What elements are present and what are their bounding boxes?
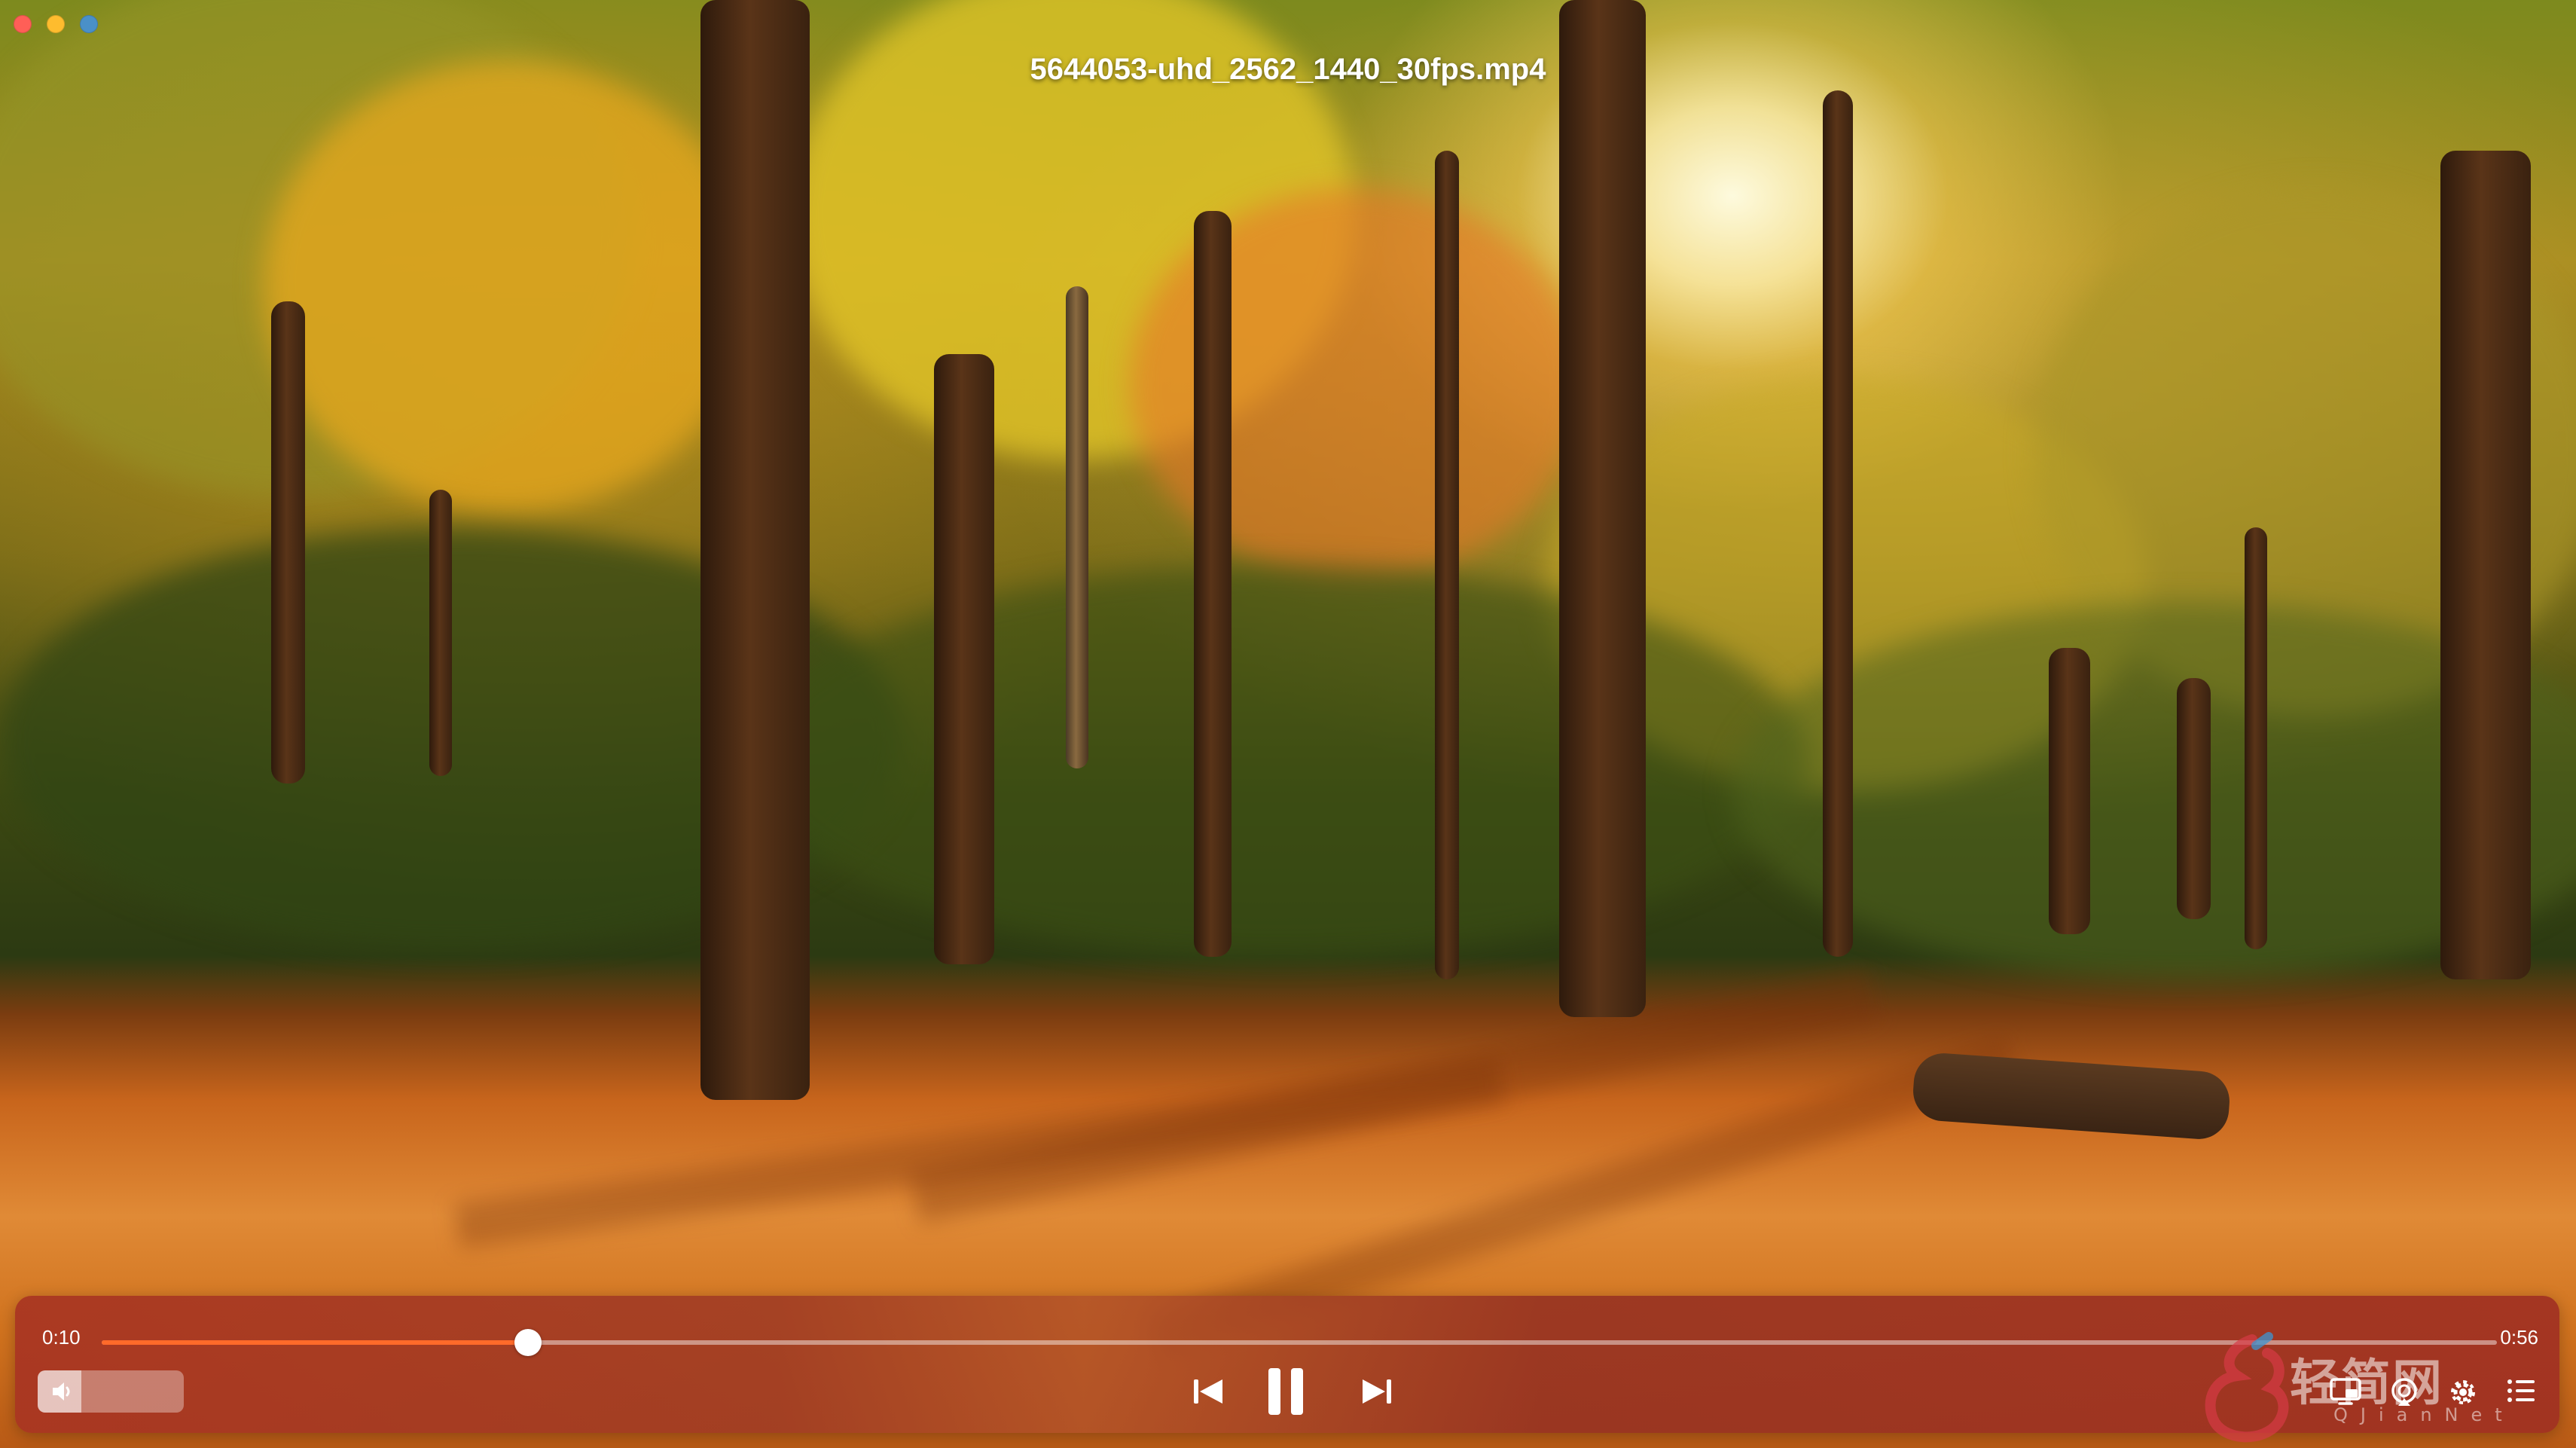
airplay-button[interactable] xyxy=(2389,1377,2419,1411)
close-button[interactable] xyxy=(14,15,32,33)
playlist-button[interactable] xyxy=(2506,1377,2536,1408)
pip-icon xyxy=(2330,1378,2361,1405)
tree-trunk xyxy=(429,490,452,776)
previous-button[interactable] xyxy=(1192,1376,1224,1407)
tree-trunk xyxy=(1066,286,1088,768)
next-button[interactable] xyxy=(1361,1376,1393,1407)
foliage xyxy=(753,565,1808,957)
tree-trunk xyxy=(2245,527,2267,949)
playback-controls: 0:10 0:56 xyxy=(15,1296,2559,1433)
minimize-button[interactable] xyxy=(47,15,65,33)
video-frame[interactable] xyxy=(0,0,2576,1448)
skip-back-icon xyxy=(1194,1379,1222,1404)
window-title: 5644053-uhd_2562_1440_30fps.mp4 xyxy=(1030,53,1546,86)
airplay-icon xyxy=(2391,1378,2417,1406)
current-time: 0:10 xyxy=(42,1326,81,1349)
pip-button[interactable] xyxy=(2329,1377,2362,1410)
total-time: 0:56 xyxy=(2500,1326,2538,1349)
skip-forward-icon xyxy=(1363,1379,1391,1404)
tree-trunk xyxy=(700,0,810,1100)
tree-trunk xyxy=(271,301,305,784)
zoom-button[interactable] xyxy=(80,15,98,33)
seek-thumb[interactable] xyxy=(514,1329,542,1356)
list-icon xyxy=(2507,1379,2535,1402)
seek-bar[interactable] xyxy=(102,1329,2497,1356)
tree-trunk xyxy=(1194,211,1232,957)
tree-trunk xyxy=(934,354,994,964)
speaker-icon[interactable] xyxy=(51,1381,75,1402)
volume-slider[interactable] xyxy=(38,1370,184,1413)
tree-trunk xyxy=(2049,648,2090,934)
gear-icon xyxy=(2451,1380,2475,1404)
ground-shadow xyxy=(453,1056,1505,1249)
tree-trunk xyxy=(2440,151,2531,979)
fallen-log xyxy=(1911,1051,2232,1141)
tree-trunk xyxy=(1559,0,1646,1017)
play-pause-button[interactable] xyxy=(1267,1367,1305,1416)
window-controls xyxy=(14,15,98,33)
player-window: 5644053-uhd_2562_1440_30fps.mp4 0:10 0:5… xyxy=(0,0,2576,1448)
foliage xyxy=(264,60,753,512)
seek-bar-progress xyxy=(102,1340,529,1345)
tree-trunk xyxy=(2177,678,2211,919)
tree-trunk xyxy=(1435,151,1459,979)
tree-trunk xyxy=(1823,90,1853,957)
pause-icon xyxy=(1268,1368,1303,1415)
settings-button[interactable] xyxy=(2448,1377,2478,1411)
